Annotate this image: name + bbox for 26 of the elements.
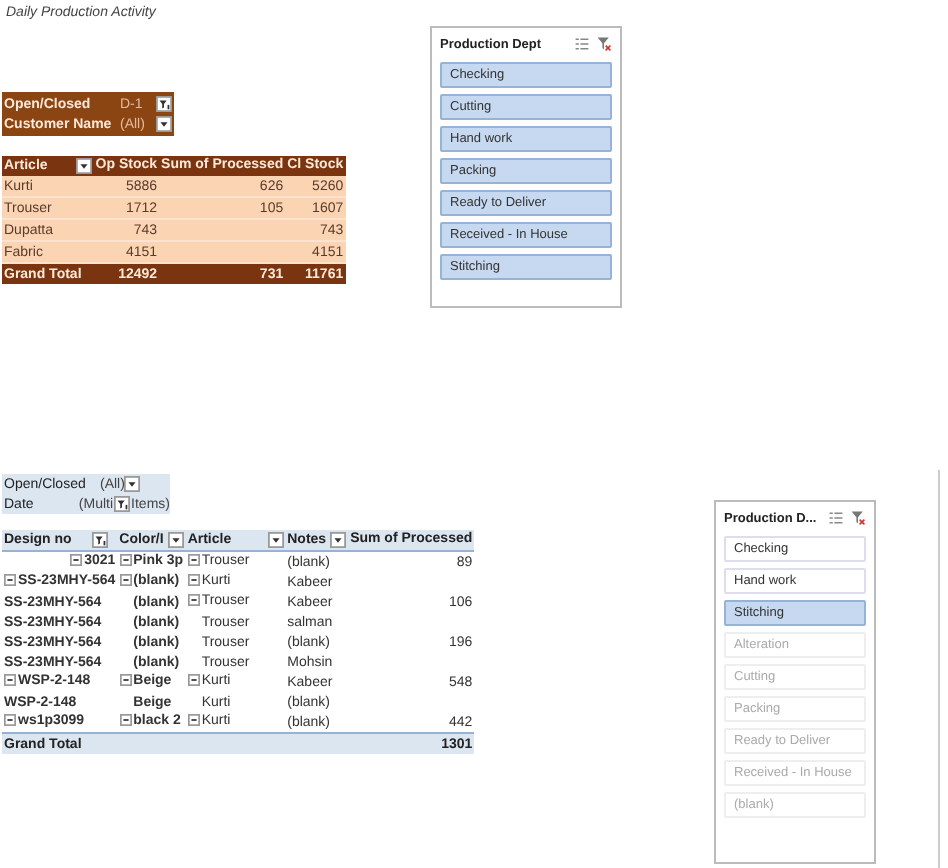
collapse-icon[interactable] xyxy=(119,674,132,687)
filter-button-icon[interactable] xyxy=(91,532,108,548)
dropdown-icon[interactable] xyxy=(330,532,347,548)
collapse-icon[interactable] xyxy=(4,714,16,727)
collapse-icon[interactable] xyxy=(4,574,16,587)
collapse-icon[interactable] xyxy=(187,574,200,587)
dropdown-icon[interactable] xyxy=(167,532,184,548)
collapse-icon[interactable] xyxy=(70,554,83,567)
clear-filter-icon[interactable] xyxy=(596,36,612,52)
multi-select-icon[interactable] xyxy=(574,36,590,52)
collapse-icon[interactable] xyxy=(187,554,200,567)
collapse-icon[interactable] xyxy=(119,714,132,727)
dropdown-icon[interactable] xyxy=(75,158,92,174)
clear-filter-icon[interactable] xyxy=(850,510,866,526)
collapse-icon[interactable] xyxy=(119,554,132,567)
collapse-icon[interactable] xyxy=(187,594,200,607)
collapse-icon[interactable] xyxy=(4,674,16,687)
dropdown-icon[interactable] xyxy=(267,532,284,548)
collapse-icon[interactable] xyxy=(187,714,200,727)
dropdown-icon[interactable] xyxy=(124,476,141,492)
multi-select-icon[interactable] xyxy=(828,510,844,526)
collapse-icon[interactable] xyxy=(119,574,132,587)
collapse-icon[interactable] xyxy=(187,674,200,687)
dropdown-icon[interactable] xyxy=(156,116,172,132)
filter-button-icon[interactable] xyxy=(113,496,130,512)
filter-button-icon[interactable] xyxy=(156,96,172,112)
